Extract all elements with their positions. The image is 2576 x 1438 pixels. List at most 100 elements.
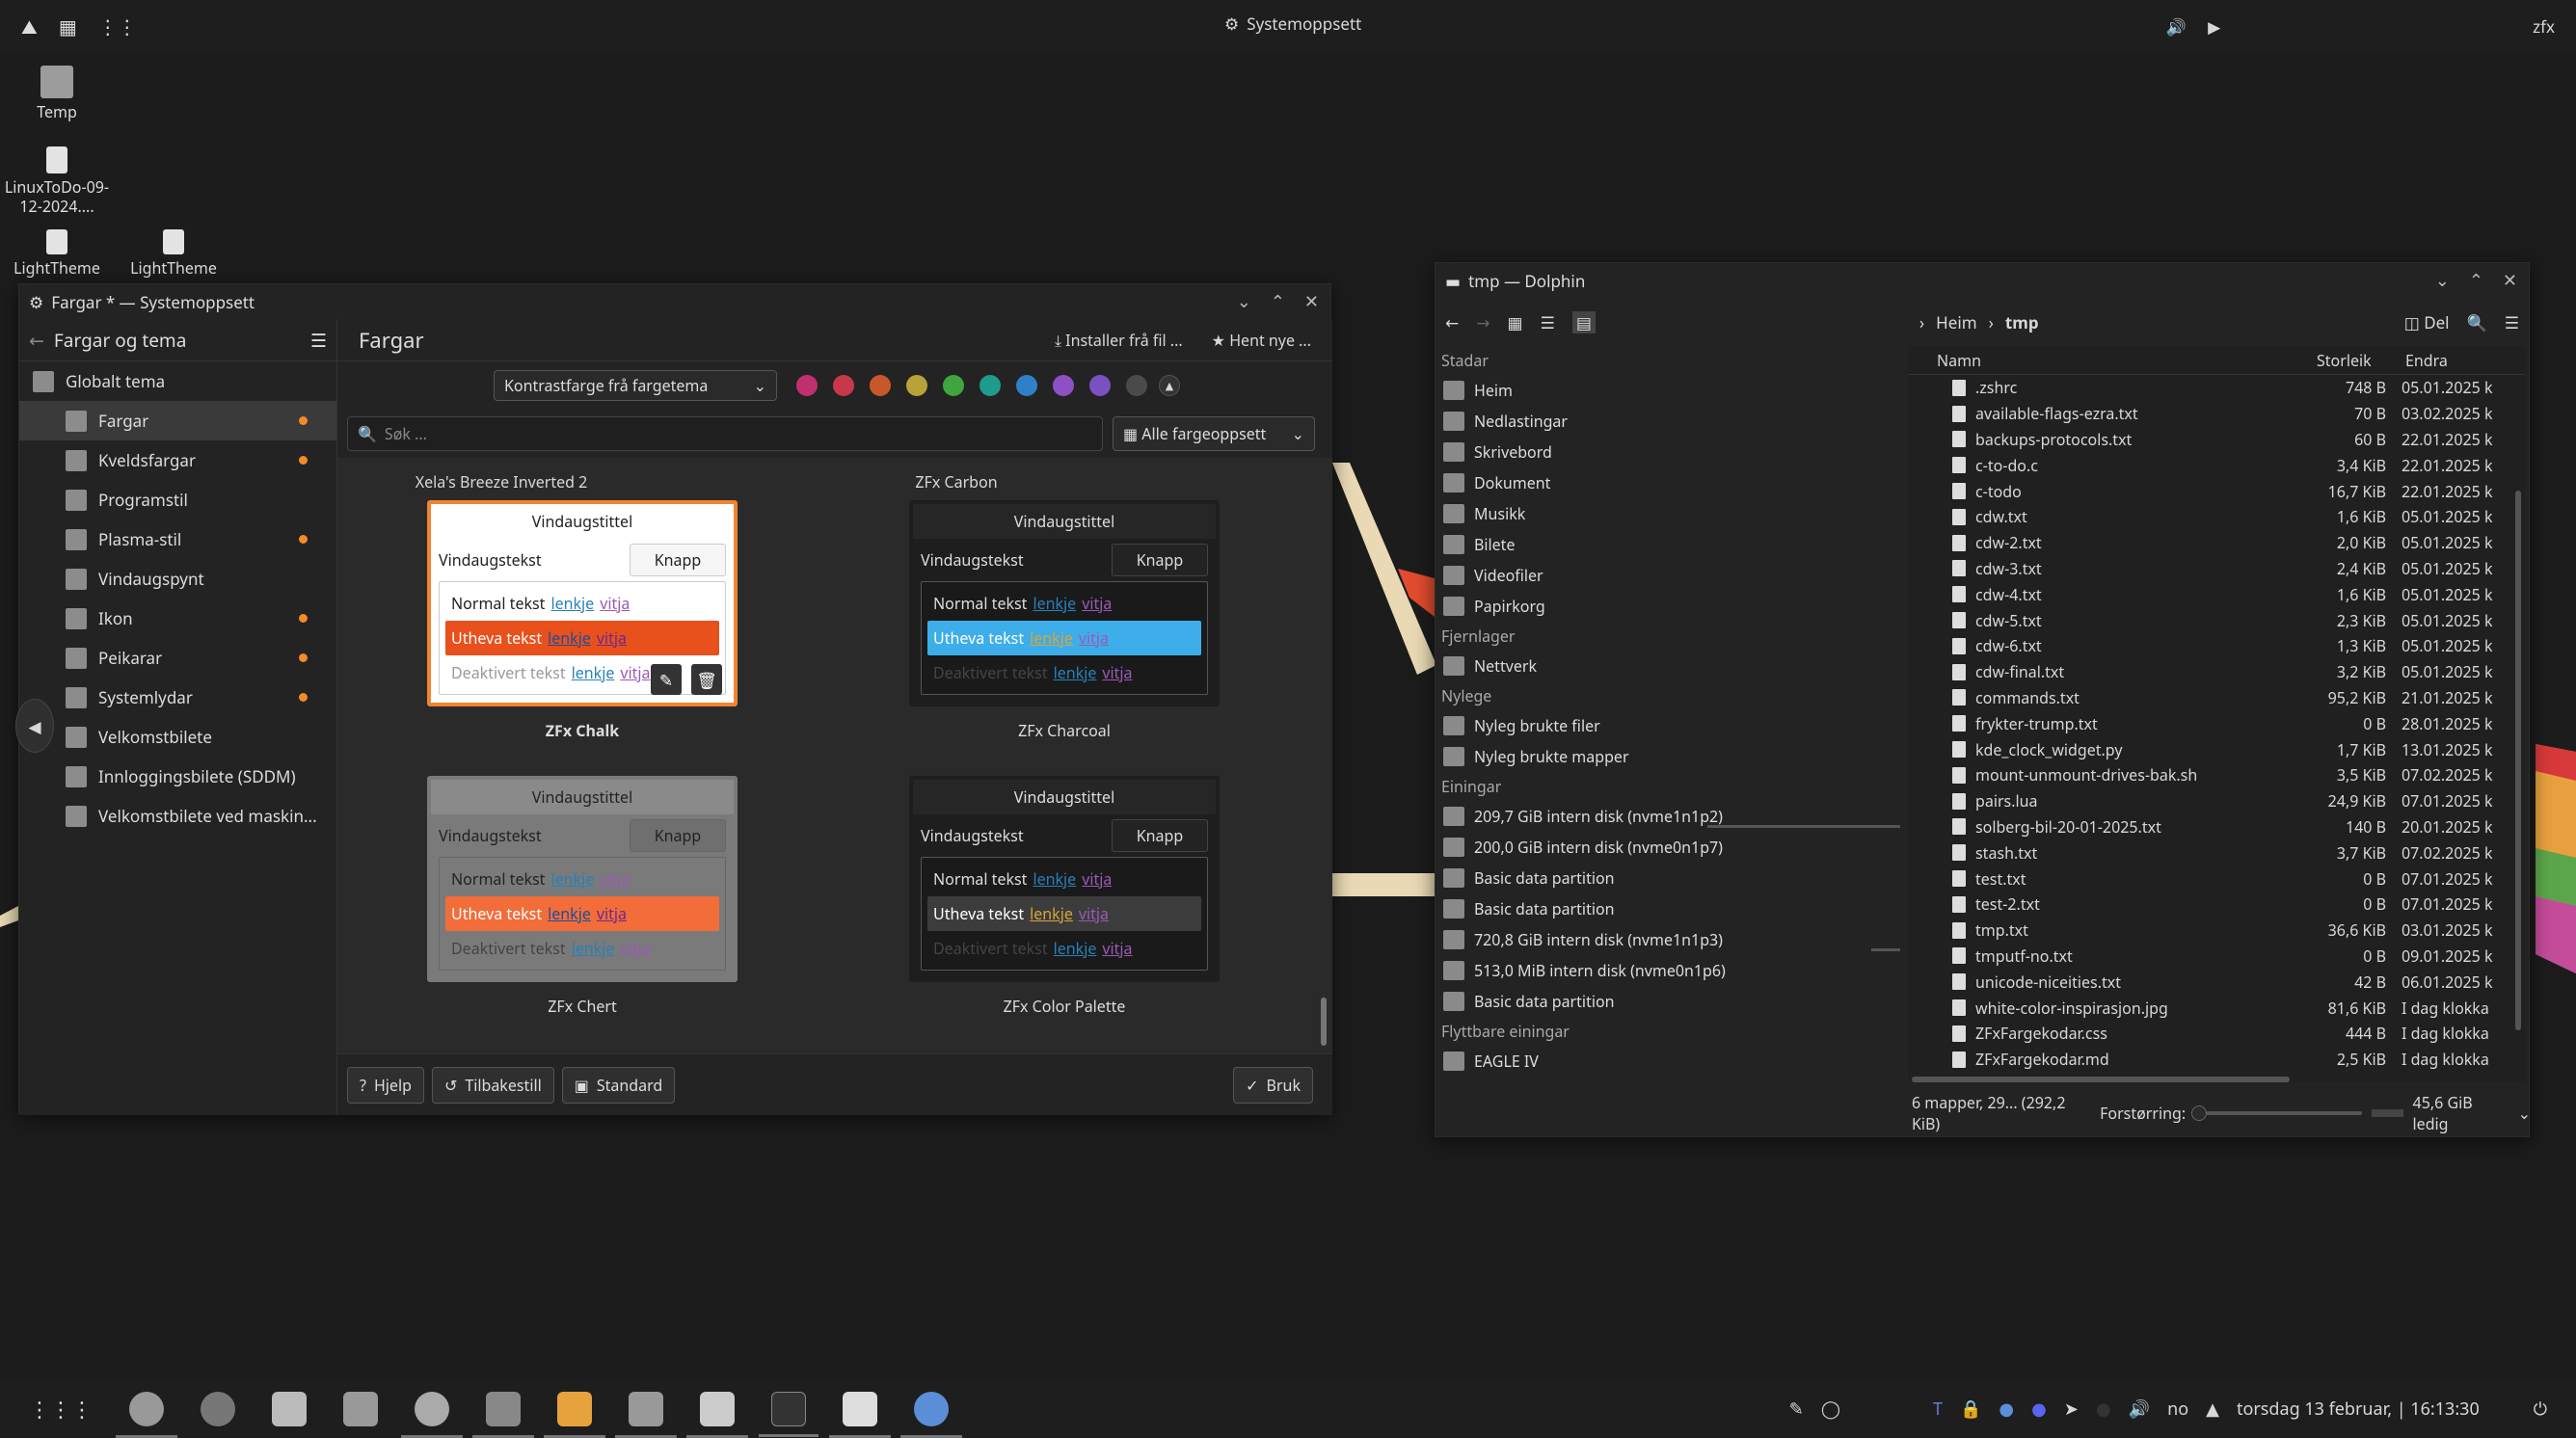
file-row[interactable]: cdw-6.txt 1,3 KiB 05.01.2025 k — [1908, 633, 2525, 659]
desktop-icon-lighttheme-1[interactable]: LightTheme — [4, 229, 110, 278]
places-item[interactable]: Nedlastingar — [1436, 406, 1902, 437]
taskbar-app-calendar[interactable] — [343, 1392, 378, 1426]
places-item[interactable]: 513,0 MiB intern disk (nvme0n1p6) — [1436, 955, 1902, 986]
sidebar-item-vindaugspynt[interactable]: Vindaugspynt — [19, 559, 336, 599]
split-button[interactable]: ◫ Del — [2404, 311, 2450, 333]
defaults-button[interactable]: ▣ Standard — [561, 1066, 676, 1104]
tray-expand-icon[interactable]: ▲ — [2206, 1398, 2219, 1421]
desktop-icon-linuxtodo[interactable]: LinuxToDo-09-12-2024.... — [4, 146, 110, 216]
accent-color-swatch[interactable] — [796, 375, 818, 396]
places-item[interactable]: Heim — [1436, 375, 1902, 406]
teams-icon[interactable]: T — [1933, 1398, 1943, 1421]
app-grid-icon[interactable]: ⋮⋮⋮ — [29, 1395, 93, 1424]
scheme-filter-combo[interactable]: ▦ Alle fargeoppsett ⌄ — [1113, 416, 1315, 451]
sidebar-item-plasma-stil[interactable]: Plasma-stil — [19, 519, 336, 559]
keyboard-layout[interactable]: no — [2167, 1398, 2188, 1421]
free-space-label[interactable]: 45,6 GiB ledig — [2413, 1092, 2509, 1134]
accent-color-swatch[interactable] — [979, 375, 1001, 396]
taskbar-app-circle[interactable] — [201, 1392, 235, 1426]
taskbar-app-tasks[interactable] — [272, 1392, 307, 1426]
sidebar-item-kveldsfargar[interactable]: Kveldsfargar — [19, 440, 336, 480]
file-row[interactable]: tmp.txt 36,6 KiB 03.01.2025 k — [1908, 918, 2525, 944]
help-button[interactable]: ? Hjelp — [347, 1066, 424, 1104]
places-item[interactable]: Basic data partition — [1436, 863, 1902, 893]
file-row[interactable]: unicode-niceities.txt 42 B 06.01.2025 k — [1908, 969, 2525, 995]
taskbar-app-dolphin[interactable] — [829, 1392, 891, 1438]
discord-icon[interactable]: ● — [2031, 1398, 2047, 1421]
file-row[interactable]: commands.txt 95,2 KiB 21.01.2025 k — [1908, 685, 2525, 711]
file-row[interactable]: c-to-do.c 3,4 KiB 22.01.2025 k — [1908, 452, 2525, 478]
taskbar-app-editor[interactable] — [686, 1392, 748, 1438]
places-item[interactable]: Musikk — [1436, 498, 1902, 529]
column-modified[interactable]: Endra — [2392, 350, 2498, 371]
taskbar-app-terminal[interactable] — [759, 1392, 818, 1437]
edit-scheme-button[interactable]: ✎ — [651, 664, 682, 695]
file-row[interactable]: cdw-3.txt 2,4 KiB 05.01.2025 k — [1908, 556, 2525, 582]
details-view-icon[interactable]: ▤ — [1571, 310, 1596, 333]
play-icon[interactable]: ▶ — [2208, 15, 2220, 38]
taskbar-app-kate[interactable] — [615, 1392, 677, 1438]
file-row[interactable]: cdw-final.txt 3,2 KiB 05.01.2025 k — [1908, 659, 2525, 685]
file-row[interactable]: test.txt 0 B 07.01.2025 k — [1908, 865, 2525, 892]
zoom-slider[interactable] — [2191, 1105, 2362, 1121]
places-item[interactable]: Papirkorg — [1436, 591, 1902, 622]
icons-view-icon[interactable]: ▦ — [1508, 311, 1523, 333]
file-row[interactable]: available-flags-ezra.txt 70 B 03.02.2025 k — [1908, 401, 2525, 427]
sidebar-item-global-theme[interactable]: Globalt tema — [19, 361, 336, 401]
delete-scheme-button[interactable]: 🗑 — [691, 664, 722, 695]
column-size[interactable]: Storleik — [2307, 350, 2392, 371]
accent-color-swatch[interactable] — [906, 375, 927, 396]
qbittorrent-tray-icon[interactable]: ● — [1999, 1398, 2014, 1421]
scheme-card-zfx-chert[interactable]: Vindaugstittel Vindaugstekst Knapp Normal… — [418, 776, 746, 1019]
file-row[interactable]: backups-protocols.txt 60 B 22.01.2025 k — [1908, 427, 2525, 453]
places-item[interactable]: Videofiler — [1436, 560, 1902, 591]
sidebar-item-fargar[interactable]: Fargar — [19, 401, 336, 440]
compact-view-icon[interactable]: ☰ — [1541, 311, 1555, 333]
file-row[interactable]: solberg-bil-20-01-2025.txt 140 B 20.01.202… — [1908, 814, 2525, 840]
taskbar-app-qbittorrent[interactable] — [401, 1392, 463, 1438]
username[interactable]: zfx — [2533, 15, 2555, 38]
file-row[interactable]: mount-unmount-drives-bak.sh 3,5 KiB 07.02.… — [1908, 762, 2525, 788]
forward-icon[interactable]: → — [1476, 311, 1489, 333]
sidebar-item-velkomstbilete[interactable]: Velkomstbilete — [19, 717, 336, 757]
grid-scrollbar[interactable] — [1321, 998, 1327, 1046]
close-button[interactable]: ✕ — [2503, 269, 2517, 292]
close-button[interactable]: ✕ — [1304, 290, 1319, 313]
reset-button[interactable]: ↺ Tilbakestill — [431, 1066, 554, 1104]
custom-color-button[interactable]: ▲ — [1159, 375, 1180, 396]
sidebar-item-innloggingsbilete-sddm-[interactable]: Innloggingsbilete (SDDM) — [19, 757, 336, 796]
chevron-down-icon[interactable]: ⌄ — [2518, 1103, 2531, 1124]
power-icon[interactable]: ⏻ — [2534, 1398, 2547, 1421]
volume-icon[interactable]: 🔊 — [2166, 15, 2187, 38]
minimize-button[interactable]: ⌄ — [1237, 290, 1251, 313]
places-item[interactable]: 209,7 GiB intern disk (nvme1n1p2) — [1436, 801, 1902, 832]
sidebar-item-peikarar[interactable]: Peikarar — [19, 638, 336, 678]
taskbar-app-store[interactable] — [544, 1392, 605, 1438]
install-from-file-button[interactable]: ⤓ Installer frå fil ... — [1055, 330, 1183, 351]
file-row[interactable]: c-todo 16,7 KiB 22.01.2025 k — [1908, 478, 2525, 504]
volume-icon[interactable]: 🔊 — [2129, 1398, 2150, 1421]
accent-color-swatch[interactable] — [1053, 375, 1074, 396]
scheme-card-zfx-chalk[interactable]: Vindaugstittel Vindaugstekst Knapp Normal… — [418, 500, 746, 743]
sidebar-item-velkomstbilete-ved-maskin-[interactable]: Velkomstbilete ved maskin... — [19, 796, 336, 836]
places-item[interactable]: EAGLE IV — [1436, 1046, 1902, 1077]
places-item[interactable]: Skrivebord — [1436, 437, 1902, 467]
get-new-button[interactable]: ★ Hent nye ... — [1212, 330, 1311, 351]
file-row[interactable]: cdw-4.txt 1,6 KiB 05.01.2025 k — [1908, 581, 2525, 607]
places-item[interactable]: Nyleg brukte filer — [1436, 710, 1902, 741]
vpn-lock-icon[interactable]: 🔒 — [1960, 1398, 1981, 1421]
file-row[interactable]: pairs.lua 24,9 KiB 07.01.2025 k — [1908, 788, 2525, 814]
file-row[interactable]: cdw-2.txt 2,0 KiB 05.01.2025 k — [1908, 530, 2525, 556]
sidebar-item-programstil[interactable]: Programstil — [19, 480, 336, 519]
places-item[interactable]: Bilete — [1436, 529, 1902, 560]
back-arrow-icon[interactable]: ← — [29, 328, 44, 353]
scheme-card-zfx-color-palette[interactable]: Vindaugstittel Vindaugstekst Knapp Normal… — [900, 776, 1228, 1019]
horizontal-scrollbar[interactable] — [1912, 1077, 2290, 1082]
telegram-icon[interactable]: ➤ — [2064, 1398, 2079, 1421]
column-name[interactable]: Namn — [1908, 350, 2307, 371]
file-row[interactable]: frykter-trump.txt 0 B 28.01.2025 k — [1908, 710, 2525, 736]
accent-color-swatch[interactable] — [943, 375, 964, 396]
hamburger-menu-icon[interactable]: ☰ — [310, 328, 327, 353]
accent-color-swatch[interactable] — [870, 375, 891, 396]
file-row[interactable]: ZFxFargekodar.md 2,5 KiB I dag klokka — [1908, 1047, 2525, 1073]
